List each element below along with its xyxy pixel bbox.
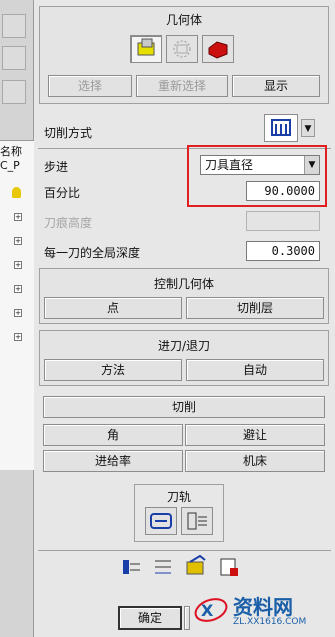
- machine-button[interactable]: 机床: [185, 450, 325, 472]
- avoidance-button[interactable]: 避让: [185, 424, 325, 446]
- display-button[interactable]: 显示: [232, 75, 320, 97]
- cutting-button[interactable]: 切削: [43, 396, 325, 418]
- toolbar-button[interactable]: [2, 80, 26, 104]
- expand-icon[interactable]: +: [14, 333, 22, 341]
- blank-geometry-icon[interactable]: [166, 35, 198, 63]
- watermark-name: 资料网: [233, 595, 293, 619]
- verify-icon[interactable]: [184, 554, 208, 578]
- postprocess-icon[interactable]: [218, 556, 240, 578]
- check-geometry-icon[interactable]: [202, 35, 234, 63]
- geometry-title: 几何体: [165, 13, 202, 27]
- stepover-label: 步进: [44, 160, 69, 174]
- cut-method-dropdown-icon[interactable]: ▼: [301, 119, 315, 137]
- svg-text:X: X: [201, 601, 214, 620]
- operation-dialog: 几何体 选择 重新选择 显示 切削方式 ▼ 步进 刀具直径 ▼ 百分比 90.0…: [34, 0, 335, 637]
- next-button[interactable]: [184, 606, 190, 630]
- background-window: 名称 C_P + + + + + +: [0, 0, 34, 637]
- auto-button[interactable]: 自动: [186, 359, 324, 381]
- point-button[interactable]: 点: [44, 297, 182, 319]
- watermark-url: ZL.XX1616.COM: [233, 617, 307, 627]
- separator: [38, 550, 331, 551]
- expand-icon[interactable]: +: [14, 285, 22, 293]
- expand-icon[interactable]: +: [14, 237, 22, 245]
- toolpath-title: 刀轨: [166, 490, 191, 504]
- control-geometry-title: 控制几何体: [153, 277, 214, 291]
- toolpath-panel: 刀轨: [134, 484, 224, 542]
- geometry-panel: 几何体 选择 重新选择 显示: [39, 6, 329, 104]
- expand-icon[interactable]: +: [14, 213, 22, 221]
- engage-retract-panel: 进刀/退刀 方法 自动: [39, 330, 329, 386]
- engage-retract-title: 进刀/退刀: [157, 339, 211, 353]
- operation-navigator-tree[interactable]: 名称 C_P + + + + + +: [0, 140, 34, 470]
- expand-icon[interactable]: +: [14, 261, 22, 269]
- corner-button[interactable]: 角: [43, 424, 183, 446]
- ok-button[interactable]: 确定: [118, 606, 182, 630]
- generate-toolpath-icon[interactable]: [145, 507, 177, 535]
- list-icon[interactable]: [152, 556, 174, 578]
- depth-per-cut-label: 每一刀的全局深度: [44, 246, 141, 260]
- replay-toolpath-icon[interactable]: [181, 507, 213, 535]
- toolbar-button[interactable]: [2, 14, 26, 38]
- toolbar-button[interactable]: [2, 46, 26, 70]
- control-geometry-panel: 控制几何体 点 切削层: [39, 268, 329, 324]
- depth-per-cut-input[interactable]: 0.3000: [246, 241, 320, 261]
- tree-column-header: 名称: [0, 145, 22, 158]
- part-geometry-icon[interactable]: [130, 35, 162, 63]
- tool-icon[interactable]: [120, 556, 142, 578]
- tree-root-label: C_P: [0, 159, 20, 172]
- scallop-input[interactable]: [246, 211, 320, 231]
- watermark-logo: X 资料网 ZL.XX1616.COM: [191, 591, 331, 631]
- cut-method-pattern-icon[interactable]: [264, 114, 298, 142]
- percent-label: 百分比: [44, 186, 81, 200]
- scallop-label: 刀痕高度: [44, 216, 93, 230]
- cut-levels-button[interactable]: 切削层: [186, 297, 324, 319]
- expand-icon[interactable]: +: [14, 309, 22, 317]
- reselect-button[interactable]: 重新选择: [136, 75, 228, 97]
- highlight-box: [187, 145, 327, 207]
- cut-method-label: 切削方式: [44, 126, 93, 140]
- select-button[interactable]: 选择: [48, 75, 132, 97]
- method-button[interactable]: 方法: [44, 359, 182, 381]
- bulb-icon: [12, 187, 21, 198]
- feeds-button[interactable]: 进给率: [43, 450, 183, 472]
